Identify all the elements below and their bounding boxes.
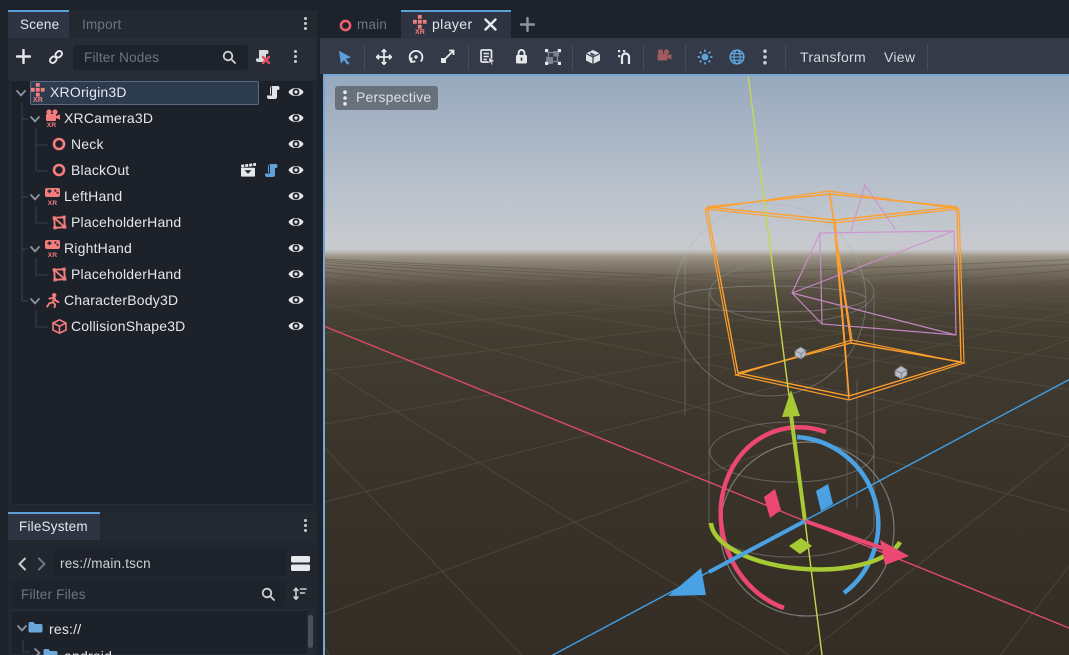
svg-text:XR: XR <box>415 29 425 34</box>
